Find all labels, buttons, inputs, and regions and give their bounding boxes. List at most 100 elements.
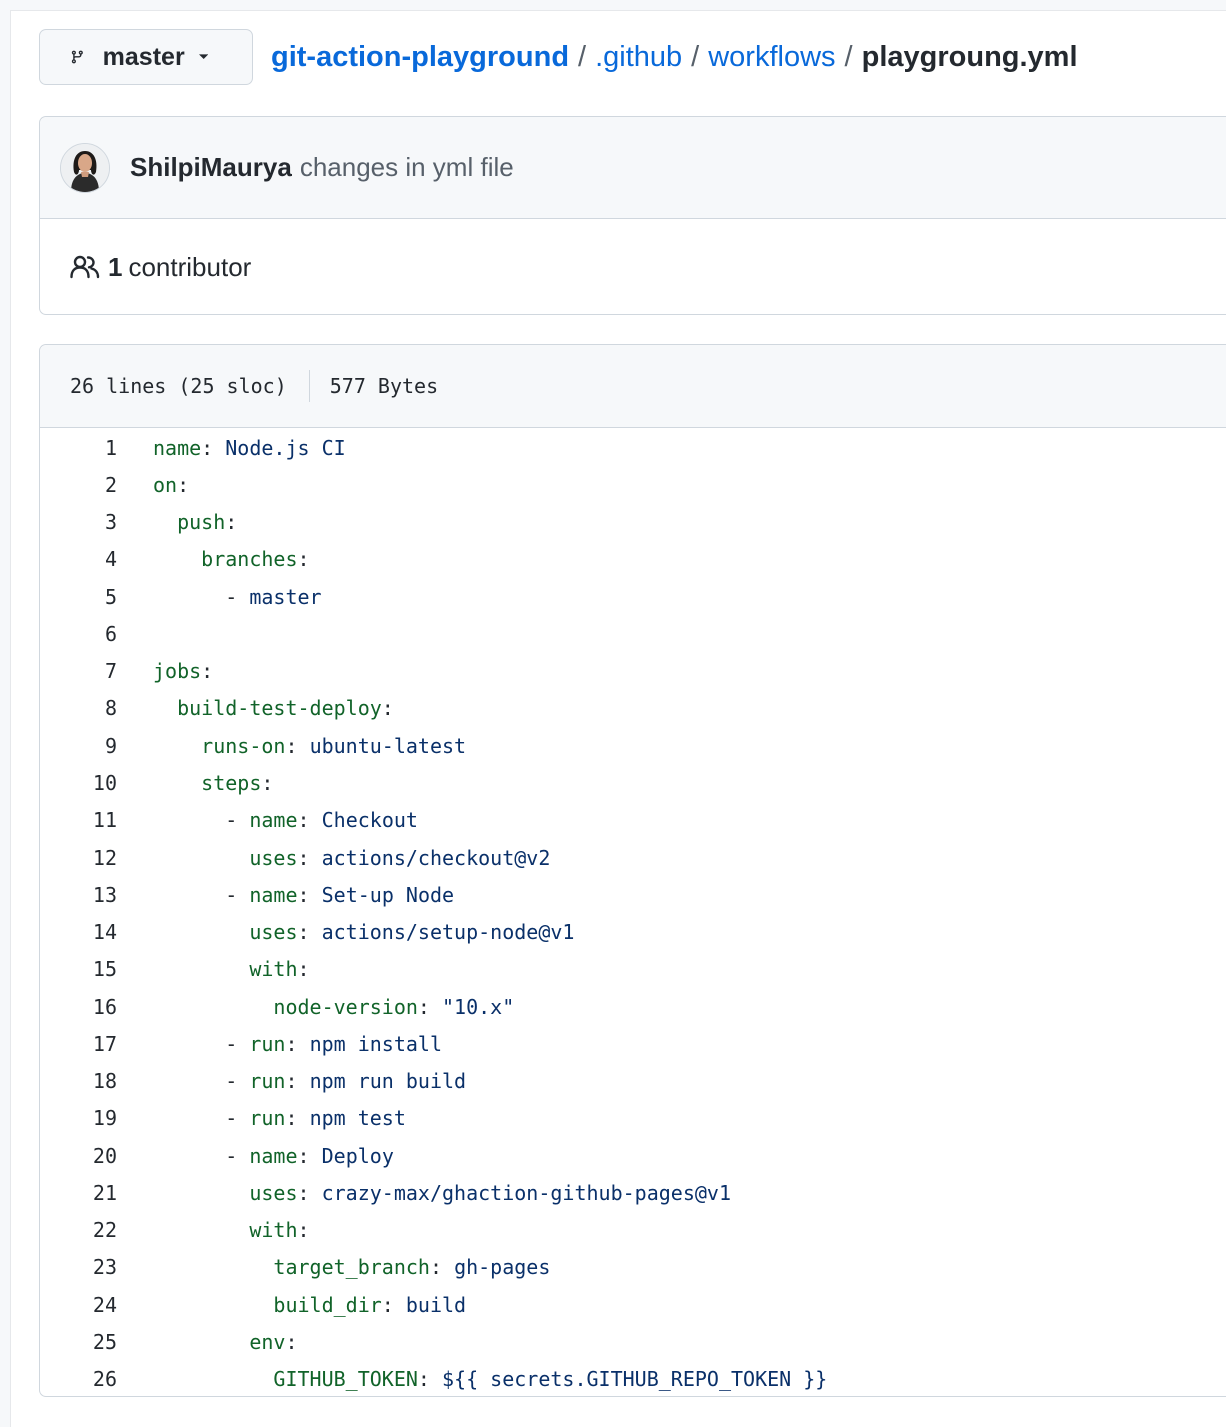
yaml-value: master bbox=[249, 584, 322, 609]
yaml-key: with bbox=[249, 957, 298, 982]
line-number[interactable]: 8 bbox=[40, 696, 117, 720]
line-number[interactable]: 19 bbox=[40, 1106, 117, 1130]
line-number[interactable]: 26 bbox=[40, 1367, 117, 1391]
code-line: 1 name: Node.js CI bbox=[40, 429, 1226, 466]
yaml-key: target_branch bbox=[273, 1255, 430, 1280]
line-number[interactable]: 15 bbox=[40, 957, 117, 981]
commit-message-link[interactable]: changes in yml file bbox=[300, 152, 514, 183]
yaml-key: build-test-deploy bbox=[177, 696, 382, 721]
code-line: 18 - run: npm run build bbox=[40, 1063, 1226, 1100]
yaml-colon: : bbox=[297, 1143, 322, 1168]
line-content: build-test-deploy: bbox=[153, 696, 394, 720]
line-number[interactable]: 6 bbox=[40, 622, 117, 646]
breadcrumb-github-dir-link[interactable]: .github bbox=[595, 41, 682, 74]
line-content: env: bbox=[153, 1330, 298, 1354]
yaml-key: GITHUB_TOKEN bbox=[273, 1367, 418, 1392]
code-line: 19 - run: npm test bbox=[40, 1100, 1226, 1137]
file-line-count: 26 lines (25 sloc) bbox=[70, 374, 287, 398]
line-number[interactable]: 20 bbox=[40, 1144, 117, 1168]
code-line: 9 runs-on: ubuntu-latest bbox=[40, 727, 1226, 764]
yaml-value: build bbox=[405, 1292, 467, 1317]
branch-name: master bbox=[102, 42, 185, 71]
yaml-key: runs-on bbox=[201, 733, 286, 758]
caret-down-icon bbox=[198, 54, 208, 59]
line-number[interactable]: 11 bbox=[40, 808, 117, 832]
yaml-colon: : bbox=[201, 659, 214, 684]
yaml-value: crazy-max/ghaction-github-pages@v1 bbox=[321, 1180, 731, 1205]
line-number[interactable]: 17 bbox=[40, 1032, 117, 1056]
line-number[interactable]: 5 bbox=[40, 585, 117, 609]
breadcrumb-current-file: playgroung.yml bbox=[861, 40, 1078, 73]
line-content: steps: bbox=[153, 771, 273, 795]
line-number[interactable]: 21 bbox=[40, 1181, 117, 1205]
yaml-colon: : bbox=[285, 1069, 310, 1094]
yaml-value: npm test bbox=[309, 1106, 406, 1131]
yaml-key: branches bbox=[201, 547, 298, 572]
line-content: uses: actions/setup-node@v1 bbox=[153, 920, 574, 944]
code-line: 20 - name: Deploy bbox=[40, 1137, 1226, 1174]
line-number[interactable]: 22 bbox=[40, 1218, 117, 1242]
code-line: 3 push: bbox=[40, 504, 1226, 541]
file-info-header: 26 lines (25 sloc) 577 Bytes bbox=[40, 345, 1226, 428]
code-line: 8 build-test-deploy: bbox=[40, 690, 1226, 727]
line-number[interactable]: 7 bbox=[40, 659, 117, 683]
people-icon bbox=[70, 255, 100, 279]
breadcrumb-repo-link[interactable]: git-action-playground bbox=[271, 41, 569, 74]
line-number[interactable]: 4 bbox=[40, 547, 117, 571]
line-number[interactable]: 9 bbox=[40, 734, 117, 758]
yaml-colon: : bbox=[201, 435, 226, 460]
line-content: name: Node.js CI bbox=[153, 436, 346, 460]
line-number[interactable]: 18 bbox=[40, 1069, 117, 1093]
yaml-key: on bbox=[153, 472, 178, 497]
code-line: 13 - name: Set-up Node bbox=[40, 876, 1226, 913]
list-dash: - bbox=[225, 1106, 250, 1131]
list-dash: - bbox=[225, 1031, 250, 1056]
contributor-label[interactable]: contributor bbox=[128, 252, 251, 283]
yaml-colon: : bbox=[285, 1106, 310, 1131]
yaml-key: node-version bbox=[273, 994, 418, 1019]
line-number[interactable]: 13 bbox=[40, 883, 117, 907]
list-dash: - bbox=[225, 584, 250, 609]
yaml-key: push bbox=[177, 510, 226, 535]
yaml-value: gh-pages bbox=[454, 1255, 551, 1280]
line-number[interactable]: 14 bbox=[40, 920, 117, 944]
line-number[interactable]: 16 bbox=[40, 995, 117, 1019]
code-line: 17 - run: npm install bbox=[40, 1025, 1226, 1062]
commit-author-link[interactable]: ShilpiMaurya bbox=[130, 152, 292, 183]
branch-select-button[interactable]: master bbox=[39, 29, 253, 85]
yaml-value: Deploy bbox=[321, 1143, 394, 1168]
yaml-key: build_dir bbox=[273, 1292, 382, 1317]
breadcrumb-workflows-dir-link[interactable]: workflows bbox=[708, 41, 835, 74]
line-number[interactable]: 25 bbox=[40, 1330, 117, 1354]
line-number[interactable]: 3 bbox=[40, 510, 117, 534]
yaml-key: with bbox=[249, 1218, 298, 1243]
line-number[interactable]: 12 bbox=[40, 846, 117, 870]
yaml-key: jobs bbox=[153, 659, 202, 684]
contributors-row: 1 contributor bbox=[40, 219, 1226, 315]
yaml-colon: : bbox=[285, 1330, 298, 1354]
line-number[interactable]: 24 bbox=[40, 1293, 117, 1317]
line-content: - name: Set-up Node bbox=[153, 883, 454, 907]
yaml-key: name bbox=[249, 882, 298, 907]
code-line: 16 node-version: "10.x" bbox=[40, 988, 1226, 1025]
yaml-colon: : bbox=[297, 547, 310, 572]
file-info-divider bbox=[308, 370, 310, 402]
line-number[interactable]: 2 bbox=[40, 473, 117, 497]
yaml-colon: : bbox=[285, 733, 310, 758]
line-content: push: bbox=[153, 510, 237, 534]
line-content: uses: crazy-max/ghaction-github-pages@v1 bbox=[153, 1181, 731, 1205]
line-number[interactable]: 23 bbox=[40, 1255, 117, 1279]
yaml-colon: : bbox=[297, 1180, 322, 1205]
yaml-colon: : bbox=[297, 920, 322, 945]
line-number[interactable]: 10 bbox=[40, 771, 117, 795]
user-avatar[interactable] bbox=[60, 142, 110, 193]
line-number[interactable]: 1 bbox=[40, 436, 117, 460]
code-block: 1 name: Node.js CI 2 on: 3 push: 4 branches: 5… bbox=[40, 428, 1226, 1398]
yaml-key: steps bbox=[201, 771, 262, 796]
